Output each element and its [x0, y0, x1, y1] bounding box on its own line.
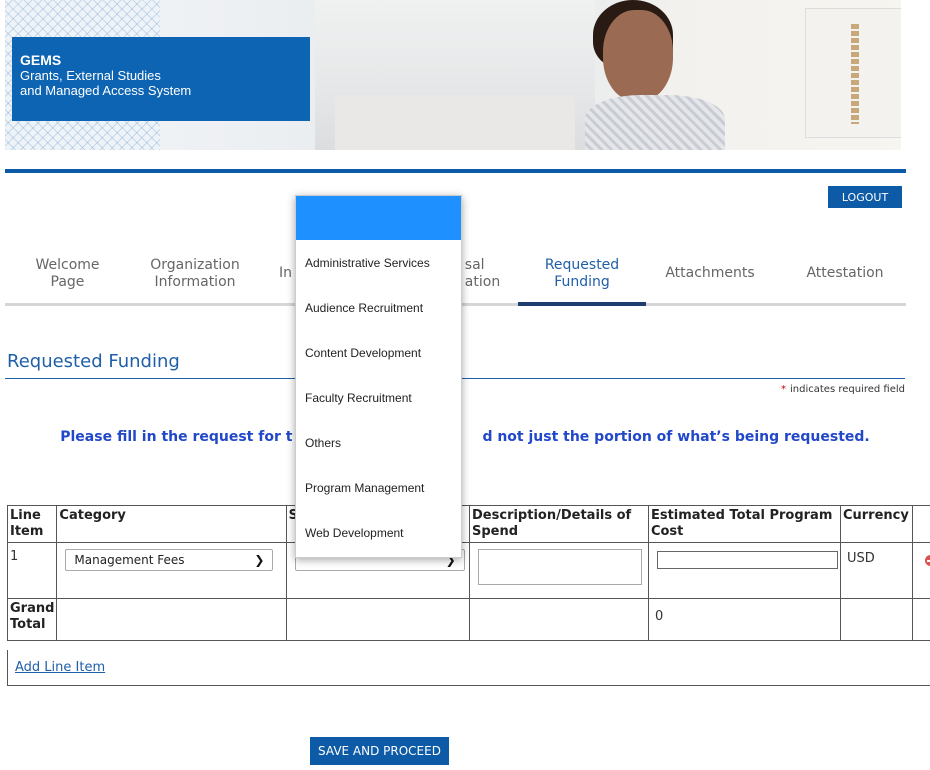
instruction-right: d not just the portion of what’s being r…	[482, 429, 870, 445]
funding-table: Line Item Category S Description/Details…	[6, 505, 930, 641]
col-header-category: Category	[56, 505, 287, 543]
banner-photo-person	[585, 0, 735, 150]
app-subtitle-line1: Grants, External Studies	[20, 68, 161, 83]
col-header-line-item: Line Item	[6, 505, 58, 543]
estimated-cost-input[interactable]	[656, 551, 838, 569]
dropdown-option[interactable]: Faculty Recruitment	[296, 375, 461, 420]
app-subtitle-line2: and Managed Access System	[20, 83, 192, 98]
tab-requested-funding[interactable]: Requested Funding	[518, 245, 646, 302]
tab-attachments[interactable]: Attachments	[655, 245, 765, 302]
grand-total-label: Grand Total	[6, 598, 58, 641]
add-line-item-link[interactable]: Add Line Item	[15, 660, 105, 675]
required-field-note: * indicates required field	[781, 384, 905, 395]
required-note-text: indicates required field	[790, 384, 905, 395]
dropdown-option[interactable]: Audience Recruitment	[296, 285, 461, 330]
category-select-value: Management Fees	[74, 553, 185, 567]
grand-total-row: Grand Total 0	[6, 598, 930, 641]
col-header-actions	[911, 505, 930, 543]
section-title: Requested Funding	[7, 351, 180, 372]
instruction-left: Please fill in the request for t	[60, 429, 293, 445]
app-title: GEMS	[20, 52, 62, 68]
tab-organization-information[interactable]: Organization Information	[135, 245, 255, 302]
actions-cell	[911, 542, 930, 599]
tab-active-indicator	[518, 302, 646, 306]
dropdown-option[interactable]: Others	[296, 420, 461, 465]
dropdown-option[interactable]: Program Management	[296, 465, 461, 510]
remove-row-icon[interactable]	[924, 555, 930, 566]
header-divider	[5, 169, 906, 173]
banner-photo-counter	[335, 95, 575, 150]
description-cell	[469, 542, 649, 599]
banner-photo-poster	[805, 8, 901, 138]
tab-attestation[interactable]: Attestation	[790, 245, 900, 302]
add-line-row	[7, 650, 930, 686]
instruction-text: Please fill in the request for t d not ju…	[0, 429, 930, 445]
required-star: *	[781, 384, 786, 395]
logout-button[interactable]: LOGOUT	[828, 186, 902, 208]
header-banner: GEMS Grants, External Studies and Manage…	[5, 0, 901, 150]
line-item-number: 1	[6, 542, 58, 599]
table-header-row: Line Item Category S Description/Details…	[6, 505, 930, 543]
tab-welcome-page[interactable]: Welcome Page	[20, 245, 115, 302]
dropdown-option[interactable]: Web Development	[296, 510, 461, 555]
app-title-box: GEMS Grants, External Studies and Manage…	[12, 37, 310, 121]
subcategory-dropdown-list: Administrative Services Audience Recruit…	[295, 195, 462, 558]
currency-value: USD	[839, 542, 913, 599]
dropdown-option[interactable]: Content Development	[296, 330, 461, 375]
category-cell: Management Fees ❯	[56, 542, 287, 599]
col-header-currency: Currency	[839, 505, 913, 543]
tab-proposal-information[interactable]: sal ation	[460, 245, 505, 302]
table-row: 1 Management Fees ❯ ❯ USD	[6, 542, 930, 599]
dropdown-option[interactable]: Administrative Services	[296, 240, 461, 285]
col-header-description: Description/Details of Spend	[469, 505, 649, 543]
grand-total-value: 0	[647, 598, 841, 641]
chevron-down-icon: ❯	[254, 553, 265, 567]
category-select[interactable]: Management Fees ❯	[65, 549, 274, 571]
col-header-estimated-cost: Estimated Total Program Cost	[647, 505, 841, 543]
save-and-proceed-button[interactable]: SAVE AND PROCEED	[310, 737, 449, 765]
estimated-cost-cell	[647, 542, 841, 599]
dropdown-highlighted-option[interactable]	[296, 196, 461, 240]
description-textarea[interactable]	[478, 549, 643, 585]
